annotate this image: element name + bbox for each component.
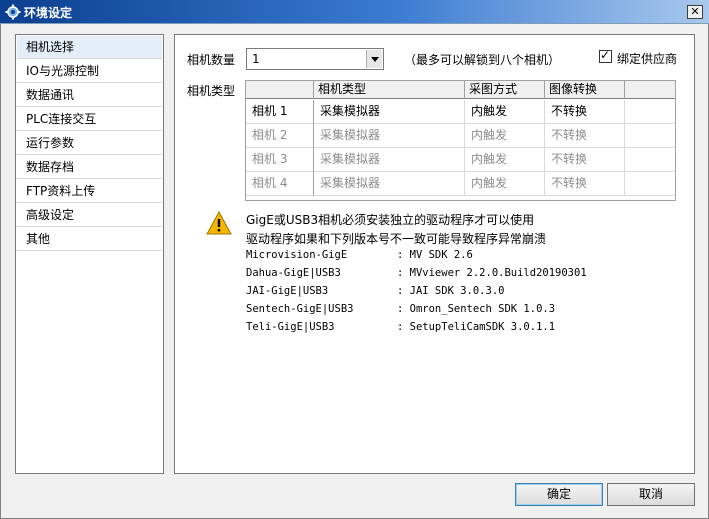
table-cell-convert[interactable]: 不转换	[545, 100, 625, 124]
sidebar-item-data-comm[interactable]: 数据通讯	[17, 84, 162, 107]
driver-name: Teli-GigE|USB3	[246, 321, 335, 333]
table-cell-mode[interactable]: 内触发	[465, 124, 545, 148]
ok-button[interactable]: 确定	[515, 483, 603, 506]
sidebar-item-archive[interactable]: 数据存档	[17, 156, 162, 179]
driver-name: Microvision-GigE	[246, 249, 348, 261]
bind-vendor-checkbox[interactable]: ✓	[599, 48, 612, 63]
sidebar-item-other[interactable]: 其他	[17, 228, 162, 251]
row-header[interactable]: 相机 2	[246, 124, 314, 148]
sidebar-item-advanced[interactable]: 高级设定	[17, 204, 162, 227]
checkmark-icon: ✓	[600, 48, 611, 62]
driver-version: : JAI SDK 3.0.3.0	[397, 285, 505, 297]
camera-count-label: 相机数量	[187, 53, 236, 67]
camera-type-table: 相机类型 采图方式 图像转换 相机 1 采集模拟器 内触发 不转换 相机 2 采…	[245, 80, 676, 201]
window-title: 环境设定	[24, 6, 73, 20]
driver-name: Dahua-GigE|USB3	[246, 267, 341, 279]
camera-type-label: 相机类型	[187, 84, 236, 98]
sidebar-item-camera[interactable]: 相机选择	[17, 36, 162, 59]
column-header-convert: 图像转换	[545, 81, 625, 99]
table-cell-type[interactable]: 采集模拟器	[314, 172, 465, 196]
driver-version: : SetupTeliCamSDK 3.0.1.1	[397, 321, 556, 333]
notice-line-2: 驱动程序如果和下列版本号不一致可能导致程序异常崩溃	[246, 232, 547, 246]
column-header-type: 相机类型	[314, 81, 465, 99]
dropdown-button[interactable]	[366, 50, 382, 68]
column-header-mode: 采图方式	[465, 81, 545, 99]
camera-count-value: 1	[252, 52, 260, 66]
row-header[interactable]: 相机 1	[246, 100, 314, 124]
table-cell-convert[interactable]: 不转换	[545, 172, 625, 196]
table-cell-mode[interactable]: 内触发	[465, 100, 545, 124]
table-header: 相机类型 采图方式 图像转换	[246, 81, 675, 99]
sidebar-item-run-params[interactable]: 运行参数	[17, 132, 162, 155]
sidebar-item-plc[interactable]: PLC连接交互	[17, 108, 162, 131]
table-cell-convert[interactable]: 不转换	[545, 148, 625, 172]
close-button[interactable]: ✕	[687, 5, 703, 19]
close-icon: ✕	[690, 5, 700, 18]
camera-count-hint: （最多可以解锁到八个相机）	[404, 53, 561, 67]
driver-name: JAI-GigE|USB3	[246, 285, 329, 297]
sidebar-item-ftp[interactable]: FTP资料上传	[17, 180, 162, 203]
driver-version: : MV SDK 2.6	[397, 249, 473, 261]
notice-line-1: GigE或USB3相机必须安装独立的驱动程序才可以使用	[246, 213, 535, 227]
warning-icon	[206, 211, 232, 235]
header-corner	[246, 81, 314, 99]
camera-count-select[interactable]: 1	[246, 48, 384, 70]
title-bar: 环境设定 ✕	[0, 0, 709, 24]
chevron-down-icon	[371, 57, 379, 62]
table-cell-type[interactable]: 采集模拟器	[314, 124, 465, 148]
row-header[interactable]: 相机 3	[246, 148, 314, 172]
table-cell-mode[interactable]: 内触发	[465, 148, 545, 172]
table-cell-empty	[625, 100, 675, 124]
sidebar-item-io-light[interactable]: IO与光源控制	[17, 60, 162, 83]
table-cell-mode[interactable]: 内触发	[465, 172, 545, 196]
table-cell-empty	[625, 172, 675, 196]
driver-name: Sentech-GigE|USB3	[246, 303, 354, 315]
table-cell-convert[interactable]: 不转换	[545, 124, 625, 148]
row-header[interactable]: 相机 4	[246, 172, 314, 196]
cancel-button[interactable]: 取消	[607, 483, 695, 506]
bind-vendor-label: 绑定供应商	[617, 52, 678, 66]
table-cell-empty	[625, 124, 675, 148]
driver-version: : Omron_Sentech SDK 1.0.3	[397, 303, 556, 315]
gear-icon	[5, 4, 21, 20]
table-cell-type[interactable]: 采集模拟器	[314, 100, 465, 124]
table-cell-type[interactable]: 采集模拟器	[314, 148, 465, 172]
table-cell-empty	[625, 148, 675, 172]
settings-sidebar: 相机选择 IO与光源控制 数据通讯 PLC连接交互 运行参数 数据存档 FTP资…	[15, 34, 164, 474]
driver-version: : MVviewer 2.2.0.Build20190301	[397, 267, 587, 279]
